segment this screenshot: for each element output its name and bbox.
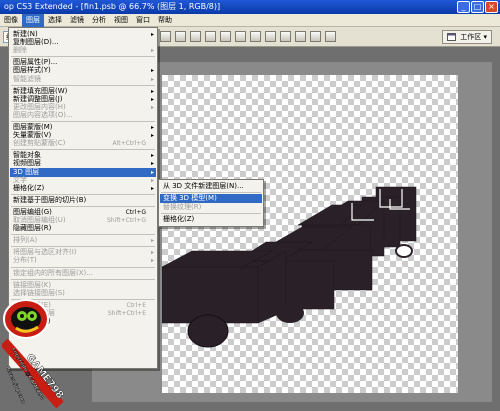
menu-item-label: 分布(T) [13, 256, 37, 265]
menu-separator [11, 278, 155, 280]
menu-item-label: 3D 图层 [13, 167, 40, 176]
menu-item-label: 排列(A) [13, 236, 38, 245]
menubar-item[interactable]: 窗口 [132, 14, 154, 27]
distribute-left-icon[interactable] [295, 31, 306, 42]
menu-item: 排列(A) ▸ [10, 236, 156, 245]
maximize-button[interactable]: □ [471, 1, 484, 13]
submenu-arrow-icon: ▸ [150, 257, 154, 265]
menu-item-label: 新建(N) [13, 30, 38, 38]
menu-separator [11, 205, 155, 207]
menu-item-label: 锁定组内的所有图层(X)... [13, 268, 93, 277]
align-bottom-icon[interactable] [190, 31, 201, 42]
menu-item-label: 视频图层 [13, 159, 41, 168]
submenu-arrow-icon: ▸ [150, 75, 154, 83]
menu-item-label: 图层蒙版(M) [13, 123, 53, 131]
menu-item[interactable]: 变换 3D 模型(M) [160, 194, 262, 203]
game798-watermark: GAME798 copyright@GAME798 Raven.joy.com [0, 297, 80, 409]
align-middle-icon[interactable] [175, 31, 186, 42]
menu-separator [161, 213, 261, 214]
menu-item-label: 新建基于图层的切片(B) [13, 195, 87, 204]
menu-item-label: 创建剪贴蒙版(C) [13, 139, 66, 148]
menu-item: 分布(T) ▸ [10, 256, 156, 265]
menu-item-label: 取消图层编组(U) [13, 216, 66, 224]
distribute-middle-icon[interactable] [265, 31, 276, 42]
menu-item: 删除 ▸ [10, 46, 156, 55]
align-center-icon[interactable] [220, 31, 231, 42]
menu-item[interactable]: 栅格化(Z) [160, 215, 262, 224]
menu-item: 锁定组内的所有图层(X)... [10, 269, 156, 278]
menu-item-label: 从 3D 文件新建图层(N)... [163, 182, 244, 190]
menu-item: 智能滤镜 ▸ [10, 75, 156, 84]
3d-layer-submenu: 从 3D 文件新建图层(N)... 变换 3D 模型(M) 替换纹理(R) 栅格化(Z… [158, 179, 264, 227]
menu-item-label: 新建调整图层(J) [13, 94, 63, 103]
menu-item-label: 变换 3D 模型(M) [163, 194, 217, 202]
menubar-item[interactable]: 视图 [110, 14, 132, 27]
menu-item-label: 图层样式(Y) [13, 66, 51, 75]
menu-item-label: 矢量蒙版(V) [13, 131, 52, 140]
submenu-arrow-icon: ▸ [150, 237, 154, 245]
menu-item[interactable]: 新建基于图层的切片(B) [10, 196, 156, 205]
menubar-item[interactable]: 滤镜 [66, 14, 88, 27]
menu-separator [11, 84, 155, 86]
close-button[interactable]: × [485, 1, 498, 13]
workspace-label: 工作区 ▾ [460, 33, 487, 41]
menu-item-label: 隐藏图层(R) [13, 224, 52, 233]
menu-item-label: 智能滤镜 [13, 74, 41, 83]
menu-item-label: 文字 [13, 175, 27, 184]
menu-item[interactable]: 栅格化(Z) ▸ [10, 184, 156, 193]
menu-item-label: 替换纹理(R) [163, 203, 202, 211]
menu-item: 替换纹理(R) [160, 203, 262, 212]
menu-item-label: 图层内容选项(O)... [13, 110, 73, 119]
distribute-bottom-icon[interactable] [280, 31, 291, 42]
title-bar: op CS3 Extended - [fin1.psb @ 66.7% (图层 … [0, 0, 500, 14]
menu-item-label: 新建填充图层(W) [13, 86, 68, 95]
align-left-icon[interactable] [205, 31, 216, 42]
canvas[interactable] [161, 75, 458, 393]
menu-bar: 图像 图层 选择 滤镜 分析 视图 窗口 帮助 [0, 13, 500, 27]
menubar-item[interactable]: 选择 [44, 14, 66, 27]
align-toolbar [160, 31, 336, 42]
distribute-right-icon[interactable] [325, 31, 336, 42]
menubar-item[interactable]: 图层 [22, 13, 44, 27]
window-title: op CS3 Extended - [fin1.psb @ 66.7% (图层 … [4, 2, 221, 11]
menu-item: 创建剪贴蒙版(C) Alt+Ctrl+G [10, 139, 156, 148]
menu-separator [161, 192, 261, 193]
menu-item[interactable]: 隐藏图层(R) [10, 224, 156, 233]
menu-item-label: 删除 [13, 46, 27, 55]
menu-item-label: 图层编组(G) [13, 207, 52, 216]
menu-item-label: 栅格化(Z) [163, 215, 195, 223]
menu-item[interactable]: 从 3D 文件新建图层(N)... [160, 182, 262, 191]
3d-car-models [161, 186, 417, 348]
menubar-item[interactable]: 帮助 [154, 14, 176, 27]
menu-item-label: 复制图层(D)... [13, 38, 59, 47]
submenu-arrow-icon: ▸ [150, 184, 154, 192]
menu-item-label: 选择链接图层(S) [13, 288, 65, 297]
menubar-item[interactable]: 图像 [0, 14, 22, 27]
workspace-icon [447, 33, 457, 41]
menu-item-label: 栅格化(Z) [13, 183, 45, 192]
menu-item-label: 更改图层内容(H) [13, 102, 66, 111]
menu-separator [11, 193, 155, 195]
workspace-button[interactable]: 工作区 ▾ [442, 30, 492, 44]
menu-separator [11, 121, 155, 122]
distribute-center-icon[interactable] [310, 31, 321, 42]
menu-item: 图层内容选项(O)... [10, 111, 156, 120]
menu-separator [11, 266, 155, 268]
menu-item-shortcut: Alt+Ctrl+G [112, 140, 146, 148]
align-right-icon[interactable] [235, 31, 246, 42]
minimize-button[interactable]: _ [457, 1, 470, 13]
menu-item-label: 链接图层(K) [13, 280, 52, 289]
submenu-arrow-icon: ▸ [150, 47, 154, 55]
distribute-top-icon[interactable] [250, 31, 261, 42]
align-top-icon[interactable] [160, 31, 171, 42]
menubar-item[interactable]: 分析 [88, 14, 110, 27]
